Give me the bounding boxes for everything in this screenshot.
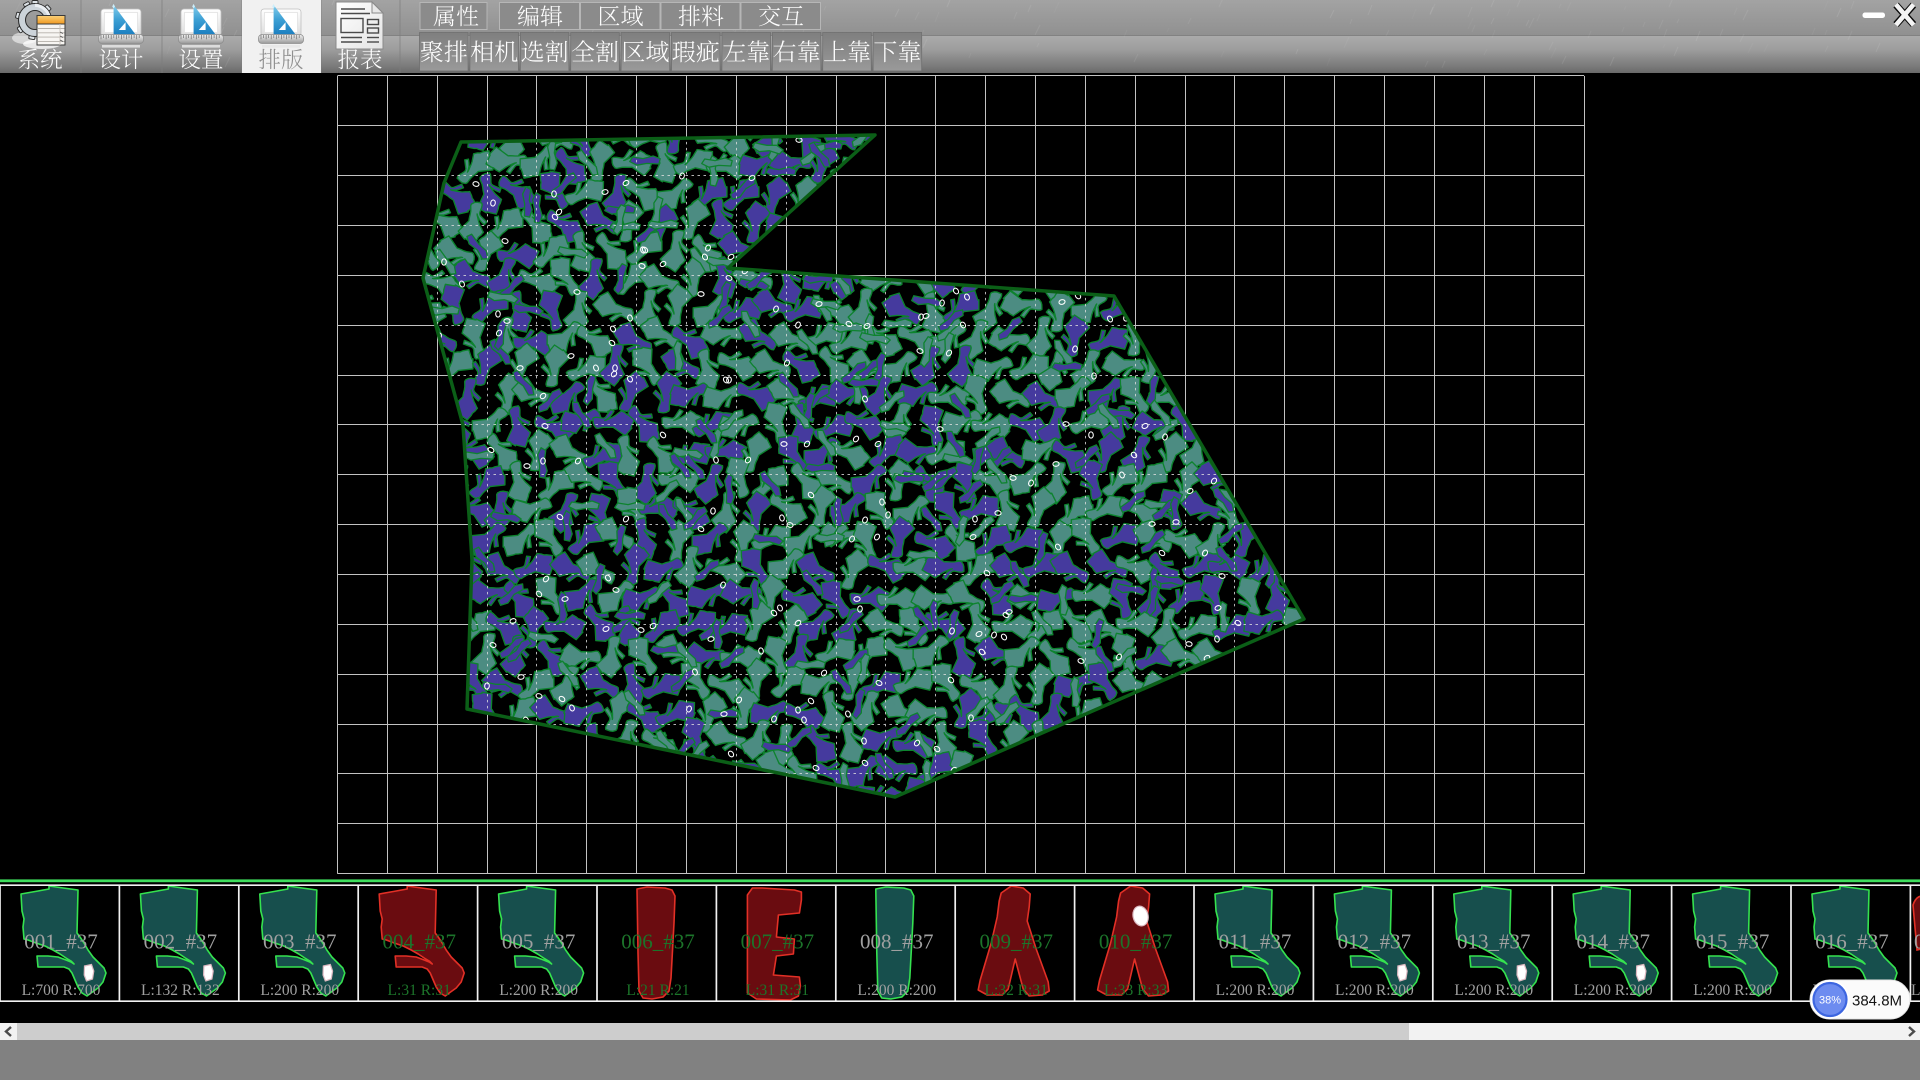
svg-text:L:33 R:33: L:33 R:33	[1104, 982, 1168, 999]
svg-text:38%: 38%	[1819, 995, 1841, 1007]
svg-text:008_#37: 008_#37	[860, 930, 934, 954]
svg-text:384.8M: 384.8M	[1852, 993, 1902, 1010]
svg-text:0: 0	[1914, 930, 1920, 954]
svg-text:L:31 R:31: L:31 R:31	[746, 982, 809, 999]
svg-text:L:200 R:200: L:200 R:200	[1335, 982, 1414, 999]
svg-text:L:200 R:200: L:200 R:200	[499, 982, 578, 999]
svg-text:015_#37: 015_#37	[1696, 930, 1770, 954]
svg-text:007_#37: 007_#37	[741, 930, 815, 954]
svg-text:L:200 R:200: L:200 R:200	[1216, 982, 1295, 999]
svg-text:L:132 R:132: L:132 R:132	[141, 982, 220, 999]
svg-text:016_#37: 016_#37	[1815, 930, 1889, 954]
svg-text:L:31 R:31: L:31 R:31	[388, 982, 451, 999]
svg-text:009_#37: 009_#37	[979, 930, 1053, 954]
svg-text:011_#37: 011_#37	[1219, 930, 1292, 954]
svg-text:012_#37: 012_#37	[1338, 930, 1412, 954]
svg-text:L:21 R:21: L:21 R:21	[626, 982, 689, 999]
svg-text:L:200 R:200: L:200 R:200	[260, 982, 339, 999]
svg-text:L:200 R:200: L:200 R:200	[1574, 982, 1653, 999]
svg-text:003_#37: 003_#37	[263, 930, 337, 954]
svg-text:002_#37: 002_#37	[144, 930, 218, 954]
svg-text:001_#37: 001_#37	[24, 930, 98, 954]
svg-text:L:2: L:2	[1911, 982, 1920, 999]
svg-text:L:200 R:200: L:200 R:200	[1454, 982, 1533, 999]
svg-text:L:32 R:31: L:32 R:31	[985, 982, 1048, 999]
svg-text:013_#37: 013_#37	[1457, 930, 1531, 954]
svg-text:L:700 R:700: L:700 R:700	[22, 982, 101, 999]
svg-text:014_#37: 014_#37	[1576, 930, 1650, 954]
svg-text:L:200 R:200: L:200 R:200	[1693, 982, 1772, 999]
svg-text:010_#37: 010_#37	[1099, 930, 1173, 954]
svg-text:L:200 R:200: L:200 R:200	[857, 982, 936, 999]
svg-text:004_#37: 004_#37	[382, 930, 456, 954]
svg-text:005_#37: 005_#37	[502, 930, 576, 954]
svg-text:006_#37: 006_#37	[621, 930, 695, 954]
